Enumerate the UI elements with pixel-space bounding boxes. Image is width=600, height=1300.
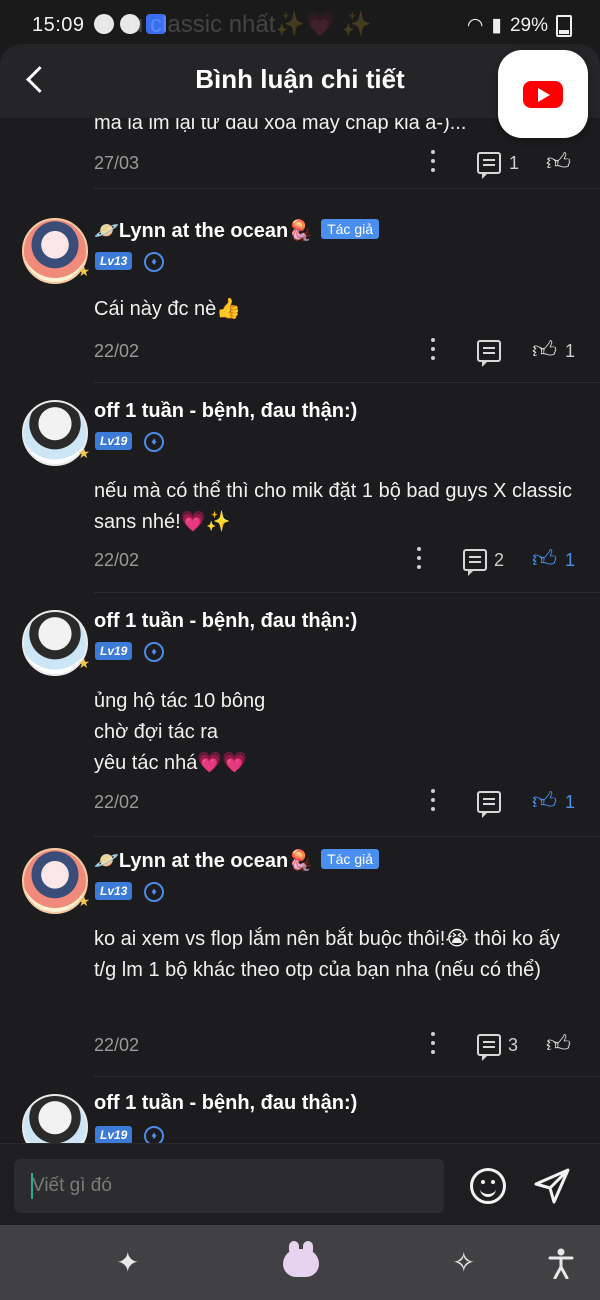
comment-icon[interactable] — [477, 152, 501, 179]
author-tag: Tác giả — [321, 849, 380, 869]
comment-input-bar — [0, 1143, 600, 1226]
avatar[interactable] — [22, 218, 90, 284]
divider — [94, 382, 600, 383]
thumbs-up-icon[interactable]: 👍︎ — [546, 151, 571, 175]
like-count: 1 — [565, 550, 576, 570]
comment-date: 22/02 — [94, 1035, 140, 1055]
bunny-icon[interactable] — [283, 1241, 319, 1277]
system-status: ◠ ▮ 29% — [467, 14, 572, 37]
comment-icon[interactable] — [477, 1034, 501, 1061]
level-badge: Lv13 — [95, 252, 133, 270]
signal-icon: ▮ — [491, 15, 502, 36]
more-vertical-icon[interactable] — [427, 1032, 439, 1058]
notification-overlay-text: u classic nhất✨💗 ✨ — [130, 11, 372, 38]
thumbs-up-icon[interactable]: 👍︎ — [532, 339, 557, 363]
reply-count: 3 — [508, 1035, 519, 1055]
smiley-icon[interactable] — [470, 1168, 506, 1204]
reply-count: 1 — [509, 153, 520, 173]
author-name[interactable]: off 1 tuần - bệnh, đau thận:) — [94, 610, 357, 633]
comment-text: ko ai xem vs flop lắm nên bắt buộc thôi!… — [94, 928, 560, 981]
comment-input[interactable] — [14, 1159, 444, 1213]
youtube-icon — [523, 81, 563, 108]
comment-text: mà là lm lại từ đầu xóa mấy chap kia á-)… — [94, 118, 467, 134]
comment-icon[interactable] — [477, 791, 501, 818]
system-nav-bar: ✦ ✧ — [0, 1225, 600, 1300]
comment-icon[interactable] — [477, 340, 501, 367]
comment-author[interactable]: 🪐Lynn at the ocean🪼 Tác giả — [94, 218, 380, 243]
more-vertical-icon[interactable] — [427, 150, 439, 176]
battery-level: 29% — [509, 14, 548, 36]
more-vertical-icon[interactable] — [427, 338, 439, 364]
text-cursor — [31, 1173, 33, 1199]
avatar[interactable] — [22, 1094, 90, 1143]
level-badge: Lv19 — [95, 1126, 133, 1143]
status-time: 15:09 — [32, 14, 85, 36]
divider — [94, 836, 600, 837]
rank-icon: ♦ — [144, 432, 164, 452]
like-count: 1 — [565, 792, 576, 812]
author-name: 🪐Lynn at the ocean🪼 — [94, 220, 314, 242]
comment-text: nếu mà có thể thì cho mik đặt 1 bộ bad g… — [94, 480, 573, 533]
avatar[interactable] — [22, 610, 90, 676]
messenger-icon — [94, 14, 114, 34]
comment-icon[interactable] — [463, 549, 487, 576]
divider — [94, 188, 600, 189]
author-name[interactable]: off 1 tuần - bệnh, đau thận:) — [94, 1092, 357, 1115]
comment-text: ủng hộ tác 10 bông chờ đợi tác ra yêu tá… — [94, 690, 266, 774]
rank-icon: ♦ — [144, 642, 164, 662]
rank-icon: ♦ — [144, 882, 164, 902]
author-tag: Tác giả — [321, 219, 380, 239]
level-badge: Lv19 — [95, 432, 133, 450]
comment-text: Cái này đc nè👍 — [94, 298, 242, 320]
level-badge: Lv13 — [95, 882, 133, 900]
comment-date: 22/02 — [94, 792, 140, 812]
author-name: 🪐Lynn at the ocean🪼 — [94, 850, 314, 872]
comment-date: 22/02 — [94, 550, 140, 570]
like-count: 1 — [565, 341, 576, 361]
comment-date: 22/02 — [94, 341, 140, 361]
rank-icon: ♦ — [144, 252, 164, 272]
comment-list[interactable]: mà là lm lại từ đầu xóa mấy chap kia á-)… — [0, 118, 600, 1143]
thumbs-up-icon[interactable]: 👍︎ — [532, 790, 557, 814]
level-badge: Lv19 — [95, 642, 133, 660]
ai-sparkle-icon[interactable]: ✧ — [452, 1247, 475, 1279]
sparkles-icon[interactable]: ✦ — [116, 1247, 139, 1279]
divider — [94, 1076, 600, 1077]
send-icon[interactable] — [532, 1166, 572, 1206]
battery-icon — [556, 14, 572, 37]
wifi-icon: ◠ — [466, 15, 484, 36]
divider — [94, 592, 600, 593]
comment-author[interactable]: 🪐Lynn at the ocean🪼 Tác giả — [94, 848, 380, 873]
accessibility-icon[interactable] — [548, 1247, 574, 1279]
author-name[interactable]: off 1 tuần - bệnh, đau thận:) — [94, 400, 357, 423]
rank-icon: ♦ — [144, 1126, 164, 1143]
avatar[interactable] — [22, 400, 90, 466]
avatar[interactable] — [22, 848, 90, 914]
comment-date: 27/03 — [94, 153, 140, 173]
thumbs-up-icon[interactable]: 👍︎ — [546, 1033, 571, 1057]
reply-count: 2 — [494, 550, 505, 570]
more-vertical-icon[interactable] — [413, 547, 425, 573]
status-bar: 15:09 u classic nhất✨💗 ✨ ◠ ▮ 29% — [0, 0, 600, 48]
thumbs-up-icon[interactable]: 👍︎ — [532, 548, 557, 572]
more-vertical-icon[interactable] — [427, 789, 439, 815]
